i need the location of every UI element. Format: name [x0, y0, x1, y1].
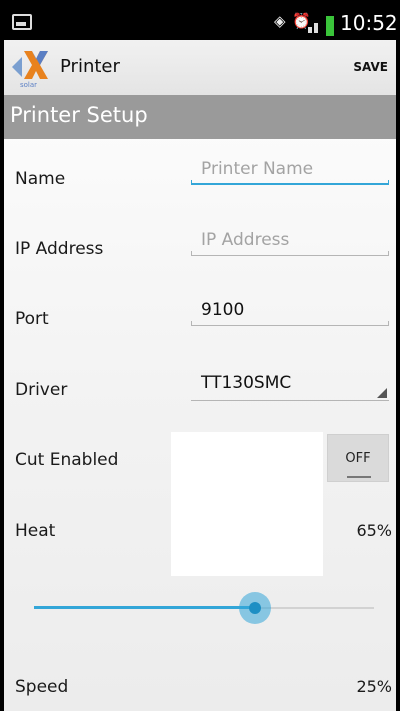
gallery-notification-icon — [12, 14, 32, 30]
ip-address-label: IP Address — [15, 239, 104, 259]
section-header: Printer Setup — [4, 95, 396, 139]
cut-enabled-toggle[interactable]: OFF — [327, 434, 389, 482]
name-label: Name — [15, 169, 66, 189]
section-title: Printer Setup — [10, 103, 148, 127]
heat-label: Heat — [15, 521, 56, 541]
port-label: Port — [15, 309, 49, 329]
action-bar: solar Printer SAVE — [4, 40, 396, 96]
port-value: 9100 — [201, 300, 245, 320]
speed-label: Speed — [15, 677, 69, 697]
logo-text: solar — [20, 81, 37, 89]
toggle-state-label: OFF — [345, 451, 371, 466]
status-bar: ◈ ⏰ 10:52 — [4, 4, 396, 40]
printer-name-input[interactable]: Printer Name — [191, 157, 389, 185]
heat-value: 65% — [356, 521, 392, 540]
port-input[interactable]: 9100 — [191, 298, 389, 326]
cut-enabled-label: Cut Enabled — [15, 450, 119, 470]
app-logo-icon[interactable]: solar — [10, 45, 52, 89]
blank-panel — [171, 432, 323, 576]
dropdown-arrow-icon — [377, 388, 387, 398]
ip-address-placeholder: IP Address — [201, 230, 290, 250]
slider-thumb[interactable] — [249, 602, 261, 614]
driver-label: Driver — [15, 380, 68, 400]
slider-fill — [34, 606, 255, 609]
battery-icon — [326, 16, 334, 36]
app-title: Printer — [60, 56, 120, 77]
toggle-indicator — [347, 476, 371, 478]
heat-slider[interactable] — [34, 592, 374, 624]
printer-name-placeholder: Printer Name — [201, 159, 314, 179]
driver-spinner[interactable]: TT130SMC — [191, 370, 389, 401]
driver-value: TT130SMC — [201, 373, 292, 393]
speed-value: 25% — [356, 677, 392, 696]
screen: ◈ ⏰ 10:52 solar Printer SAVE Printer Set… — [4, 4, 396, 711]
status-time: 10:52 — [340, 11, 396, 35]
signal-icon — [290, 17, 320, 33]
ip-address-input[interactable]: IP Address — [191, 228, 389, 256]
save-button[interactable]: SAVE — [353, 60, 388, 74]
